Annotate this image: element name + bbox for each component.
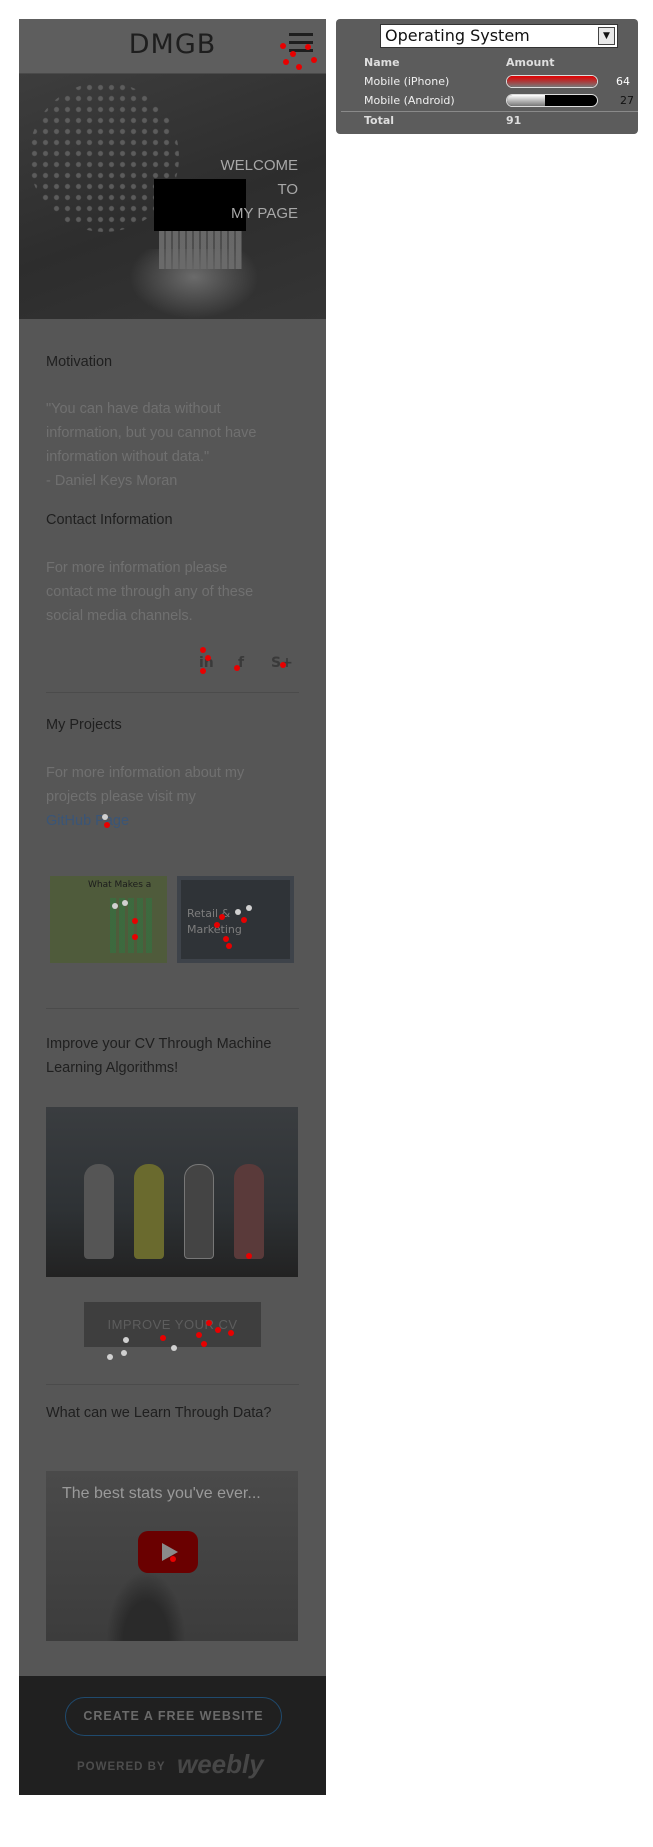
cv-title: Improve your CV Through Machine Learning… bbox=[46, 1032, 271, 1080]
click-marker bbox=[107, 1354, 113, 1360]
click-marker bbox=[305, 44, 311, 50]
play-icon[interactable] bbox=[138, 1531, 198, 1573]
quote-line: information without data." bbox=[46, 449, 210, 465]
click-marker bbox=[296, 64, 302, 70]
total-label: Total bbox=[364, 114, 395, 127]
click-marker bbox=[214, 922, 220, 928]
click-marker bbox=[280, 43, 286, 49]
click-marker bbox=[246, 905, 252, 911]
click-marker bbox=[160, 1335, 166, 1341]
click-marker bbox=[122, 900, 128, 906]
click-marker bbox=[223, 936, 229, 942]
hands-image bbox=[129, 249, 259, 319]
projects-title: My Projects bbox=[46, 717, 122, 733]
row-label-iphone: Mobile (iPhone) bbox=[364, 75, 450, 88]
section-divider bbox=[46, 1008, 299, 1009]
click-marker bbox=[200, 668, 206, 674]
click-marker bbox=[112, 903, 118, 909]
amount-value-android: 27 bbox=[620, 94, 634, 107]
github-page-link[interactable]: GitHub Page bbox=[46, 809, 296, 833]
click-marker bbox=[234, 665, 240, 671]
contact-line: contact me through any of these bbox=[46, 584, 254, 600]
cv-title-line: Learning Algorithms! bbox=[46, 1060, 179, 1076]
click-marker bbox=[311, 57, 317, 63]
motivation-quote: "You can have data without information, … bbox=[46, 397, 296, 493]
click-marker bbox=[283, 59, 289, 65]
hero-banner: WELCOME TO MY PAGE bbox=[19, 74, 326, 319]
projects-line: For more information about my bbox=[46, 765, 245, 781]
click-marker bbox=[205, 655, 211, 661]
projects-text: For more information about my projects p… bbox=[46, 761, 296, 833]
quote-line: information, but you cannot have bbox=[46, 425, 257, 441]
click-marker bbox=[201, 1341, 207, 1347]
mobile-page-preview: DMGB WELCOME TO MY PAGE Motivation "You … bbox=[19, 19, 326, 1795]
click-marker bbox=[132, 918, 138, 924]
amount-value-iphone: 64 bbox=[616, 75, 630, 88]
click-marker bbox=[104, 822, 110, 828]
video-presenter-image bbox=[106, 1571, 186, 1641]
thumbnail-title: What Makes a bbox=[88, 880, 152, 890]
click-marker bbox=[170, 1556, 176, 1562]
click-marker bbox=[235, 909, 241, 915]
contact-text: For more information please contact me t… bbox=[46, 556, 296, 628]
quote-line: "You can have data without bbox=[46, 401, 221, 417]
amount-column-header: Amount bbox=[506, 56, 555, 69]
total-value: 91 bbox=[506, 114, 522, 127]
projects-line: projects please visit my bbox=[46, 789, 196, 805]
contact-title: Contact Information bbox=[46, 512, 173, 528]
click-marker bbox=[196, 1332, 202, 1338]
click-marker bbox=[132, 934, 138, 940]
improve-cv-button[interactable]: IMPROVE YOUR CV bbox=[84, 1302, 261, 1347]
section-divider bbox=[46, 692, 299, 693]
cv-title-line: Improve your CV Through Machine bbox=[46, 1036, 272, 1052]
project-thumbnail-2[interactable]: Retail & Marketing bbox=[177, 876, 294, 963]
click-marker bbox=[226, 943, 232, 949]
click-marker bbox=[121, 1350, 127, 1356]
person-figure bbox=[234, 1164, 264, 1259]
motivation-title: Motivation bbox=[46, 354, 113, 370]
hero-line-to: TO bbox=[277, 181, 298, 198]
click-marker bbox=[123, 1337, 129, 1343]
click-marker bbox=[206, 1320, 212, 1326]
segment-select-value: Operating System bbox=[385, 26, 530, 45]
click-marker bbox=[246, 1253, 252, 1259]
robot-figure bbox=[184, 1164, 214, 1259]
quote-author: - Daniel Keys Moran bbox=[46, 473, 178, 489]
section-divider bbox=[46, 1384, 299, 1385]
learn-title: What can we Learn Through Data? bbox=[46, 1405, 272, 1421]
video-title[interactable]: The best stats you've ever... bbox=[62, 1485, 261, 1503]
segment-select[interactable]: Operating System ▼ bbox=[380, 24, 618, 48]
contact-line: social media channels. bbox=[46, 608, 193, 624]
thumbnail-title: Retail & Marketing bbox=[187, 907, 242, 936]
click-marker bbox=[241, 917, 247, 923]
amount-bar-fill bbox=[507, 76, 597, 87]
click-marker bbox=[102, 814, 108, 820]
powered-by-label: POWERED BY bbox=[77, 1761, 166, 1773]
click-marker bbox=[280, 662, 286, 668]
amount-bar-fill bbox=[507, 95, 545, 106]
dropdown-arrow-icon[interactable]: ▼ bbox=[598, 27, 615, 45]
create-website-button[interactable]: CREATE A FREE WEBSITE bbox=[65, 1697, 282, 1736]
click-marker bbox=[215, 1327, 221, 1333]
click-marker bbox=[171, 1345, 177, 1351]
click-marker bbox=[219, 914, 225, 920]
click-marker bbox=[290, 51, 296, 57]
heatmap-stats-panel: Operating System ▼ Name Amount Mobile (i… bbox=[336, 19, 638, 134]
click-marker bbox=[200, 647, 206, 653]
ml-robot-image[interactable] bbox=[46, 1107, 298, 1277]
total-divider bbox=[341, 111, 638, 112]
site-footer: CREATE A FREE WEBSITE POWERED BY weebly bbox=[19, 1676, 326, 1795]
person-figure bbox=[84, 1164, 114, 1259]
person-figure bbox=[134, 1164, 164, 1259]
hero-line-my-page: MY PAGE bbox=[231, 205, 298, 222]
name-column-header: Name bbox=[364, 56, 400, 69]
weebly-logo[interactable]: weebly bbox=[177, 1749, 264, 1780]
contact-line: For more information please bbox=[46, 560, 228, 576]
amount-bar-iphone bbox=[506, 75, 598, 88]
click-marker bbox=[228, 1330, 234, 1336]
amount-bar-android bbox=[506, 94, 598, 107]
project-thumbnail-1[interactable]: What Makes a bbox=[50, 876, 167, 963]
hero-line-welcome: WELCOME bbox=[220, 157, 298, 174]
row-label-android: Mobile (Android) bbox=[364, 94, 455, 107]
